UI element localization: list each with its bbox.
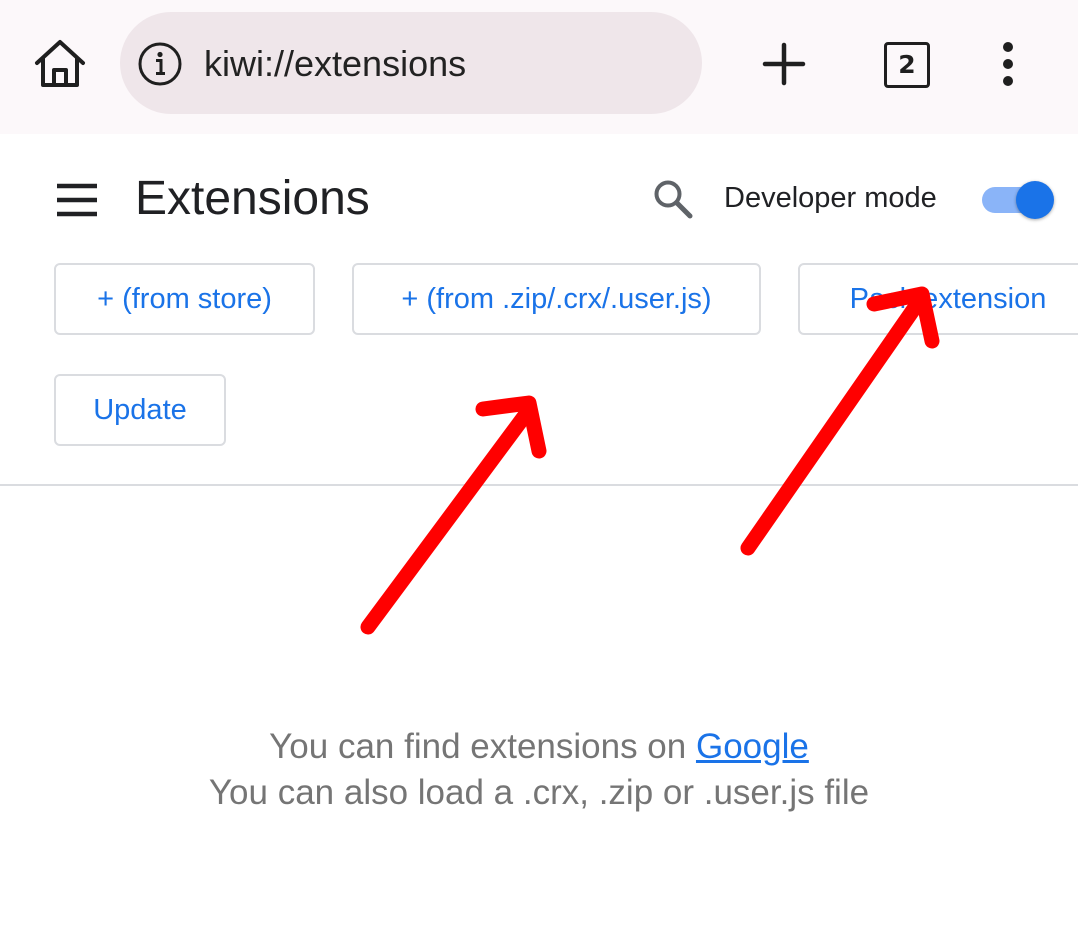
pack-extension-button[interactable]: Pack extension	[798, 263, 1078, 335]
browser-toolbar: kiwi://extensions 2	[0, 0, 1078, 134]
plus-icon	[762, 42, 806, 86]
empty-state-text: You can find extensions on	[269, 727, 696, 766]
divider	[0, 484, 1078, 486]
developer-mode-label: Developer mode	[724, 182, 937, 214]
toggle-knob	[1016, 181, 1054, 219]
hamburger-menu-button[interactable]	[52, 178, 102, 222]
search-icon	[654, 180, 693, 219]
add-from-store-button[interactable]: + (from store)	[54, 263, 315, 335]
empty-state-message: You can find extensions on Google You ca…	[0, 724, 1078, 816]
update-button[interactable]: Update	[54, 374, 226, 446]
info-icon[interactable]	[137, 41, 183, 87]
tab-switcher-button[interactable]: 2	[884, 42, 930, 88]
empty-state-line-1: You can find extensions on Google	[0, 724, 1078, 770]
more-options-button[interactable]	[990, 40, 1026, 90]
google-link[interactable]: Google	[696, 727, 809, 766]
developer-mode-toggle[interactable]	[980, 180, 1056, 220]
annotation-arrow-left	[360, 395, 547, 635]
url-text[interactable]: kiwi://extensions	[204, 42, 466, 86]
add-from-file-button[interactable]: + (from .zip/.crx/.user.js)	[352, 263, 761, 335]
home-button[interactable]	[30, 36, 90, 92]
new-tab-button[interactable]	[760, 40, 808, 88]
more-vert-icon	[1003, 42, 1013, 86]
page-title: Extensions	[135, 172, 370, 225]
empty-state-line-2: You can also load a .crx, .zip or .user.…	[208, 773, 870, 812]
search-button[interactable]	[650, 176, 696, 222]
home-icon	[35, 40, 85, 87]
address-bar[interactable]: kiwi://extensions	[120, 12, 702, 114]
hamburger-icon	[57, 183, 97, 217]
